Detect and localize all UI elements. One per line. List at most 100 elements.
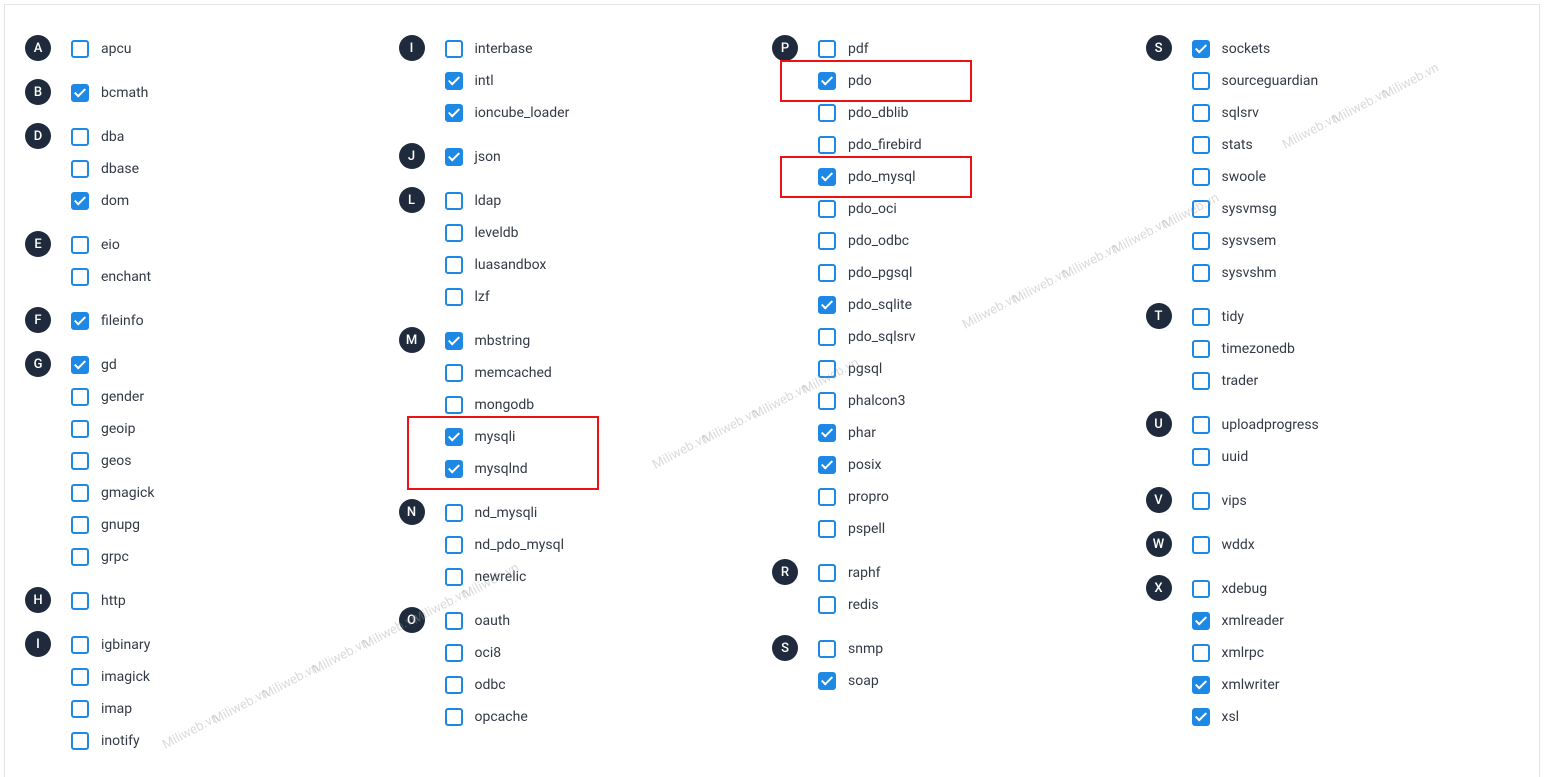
extension-label[interactable]: redis — [848, 597, 879, 613]
extension-checkbox[interactable] — [1192, 492, 1210, 510]
extension-checkbox[interactable] — [1192, 340, 1210, 358]
extension-label[interactable]: enchant — [101, 269, 151, 285]
extension-label[interactable]: mongodb — [475, 397, 535, 413]
extension-label[interactable]: pdo_oci — [848, 201, 897, 217]
extension-label[interactable]: sysvsem — [1222, 233, 1277, 249]
extension-label[interactable]: gnupg — [101, 517, 140, 533]
extension-checkbox[interactable] — [818, 564, 836, 582]
extension-label[interactable]: interbase — [475, 41, 533, 57]
extension-checkbox[interactable] — [818, 168, 836, 186]
extension-label[interactable]: oci8 — [475, 645, 502, 661]
extension-label[interactable]: imap — [101, 701, 132, 717]
extension-label[interactable]: ldap — [475, 193, 502, 209]
extension-label[interactable]: posix — [848, 457, 881, 473]
extension-label[interactable]: gd — [101, 357, 117, 373]
extension-label[interactable]: odbc — [475, 677, 506, 693]
extension-checkbox[interactable] — [71, 356, 89, 374]
extension-checkbox[interactable] — [818, 200, 836, 218]
extension-label[interactable]: leveldb — [475, 225, 519, 241]
extension-checkbox[interactable] — [445, 536, 463, 554]
extension-checkbox[interactable] — [445, 256, 463, 274]
extension-checkbox[interactable] — [71, 84, 89, 102]
extension-label[interactable]: bcmath — [101, 85, 148, 101]
extension-label[interactable]: pdo_dblib — [848, 105, 908, 121]
extension-label[interactable]: snmp — [848, 641, 883, 657]
extension-label[interactable]: sourceguardian — [1222, 73, 1319, 89]
extension-checkbox[interactable] — [445, 568, 463, 586]
extension-checkbox[interactable] — [818, 596, 836, 614]
extension-checkbox[interactable] — [71, 516, 89, 534]
extension-label[interactable]: pdo_sqlite — [848, 297, 912, 313]
extension-label[interactable]: gmagick — [101, 485, 154, 501]
extension-checkbox[interactable] — [818, 264, 836, 282]
extension-checkbox[interactable] — [1192, 104, 1210, 122]
extension-label[interactable]: pdo_odbc — [848, 233, 909, 249]
extension-checkbox[interactable] — [1192, 448, 1210, 466]
extension-checkbox[interactable] — [71, 592, 89, 610]
extension-checkbox[interactable] — [445, 612, 463, 630]
extension-label[interactable]: raphf — [848, 565, 881, 581]
extension-label[interactable]: http — [101, 593, 126, 609]
extension-checkbox[interactable] — [1192, 308, 1210, 326]
extension-checkbox[interactable] — [71, 192, 89, 210]
extension-checkbox[interactable] — [71, 312, 89, 330]
extension-checkbox[interactable] — [818, 296, 836, 314]
extension-label[interactable]: stats — [1222, 137, 1253, 153]
extension-checkbox[interactable] — [71, 732, 89, 750]
extension-checkbox[interactable] — [71, 388, 89, 406]
extension-checkbox[interactable] — [1192, 136, 1210, 154]
extension-checkbox[interactable] — [818, 456, 836, 474]
extension-checkbox[interactable] — [445, 224, 463, 242]
extension-label[interactable]: nd_pdo_mysql — [475, 537, 565, 553]
extension-label[interactable]: sysvshm — [1222, 265, 1277, 281]
extension-label[interactable]: xmlrpc — [1222, 645, 1265, 661]
extension-label[interactable]: grpc — [101, 549, 129, 565]
extension-checkbox[interactable] — [818, 488, 836, 506]
extension-label[interactable]: sysvmsg — [1222, 201, 1277, 217]
extension-checkbox[interactable] — [71, 160, 89, 178]
extension-label[interactable]: swoole — [1222, 169, 1267, 185]
extension-checkbox[interactable] — [71, 452, 89, 470]
extension-label[interactable]: dom — [101, 193, 129, 209]
extension-checkbox[interactable] — [1192, 676, 1210, 694]
extension-checkbox[interactable] — [71, 484, 89, 502]
extension-label[interactable]: pgsql — [848, 361, 882, 377]
extension-checkbox[interactable] — [71, 236, 89, 254]
extension-checkbox[interactable] — [71, 128, 89, 146]
extension-label[interactable]: igbinary — [101, 637, 150, 653]
extension-checkbox[interactable] — [1192, 580, 1210, 598]
extension-checkbox[interactable] — [445, 428, 463, 446]
extension-label[interactable]: tidy — [1222, 309, 1245, 325]
extension-checkbox[interactable] — [71, 668, 89, 686]
extension-label[interactable]: soap — [848, 673, 879, 689]
extension-checkbox[interactable] — [818, 40, 836, 58]
extension-checkbox[interactable] — [1192, 168, 1210, 186]
extension-checkbox[interactable] — [1192, 232, 1210, 250]
extension-label[interactable]: pdo — [848, 73, 872, 89]
extension-checkbox[interactable] — [445, 148, 463, 166]
extension-checkbox[interactable] — [71, 268, 89, 286]
extension-checkbox[interactable] — [445, 40, 463, 58]
extension-checkbox[interactable] — [1192, 612, 1210, 630]
extension-checkbox[interactable] — [818, 520, 836, 538]
extension-checkbox[interactable] — [71, 636, 89, 654]
extension-label[interactable]: fileinfo — [101, 313, 144, 329]
extension-label[interactable]: memcached — [475, 365, 552, 381]
extension-checkbox[interactable] — [1192, 200, 1210, 218]
extension-checkbox[interactable] — [818, 640, 836, 658]
extension-label[interactable]: xmlwriter — [1222, 677, 1280, 693]
extension-label[interactable]: xsl — [1222, 709, 1240, 725]
extension-checkbox[interactable] — [71, 548, 89, 566]
extension-checkbox[interactable] — [818, 424, 836, 442]
extension-label[interactable]: mysqlnd — [475, 461, 528, 477]
extension-label[interactable]: xdebug — [1222, 581, 1268, 597]
extension-label[interactable]: geoip — [101, 421, 136, 437]
extension-label[interactable]: mysqli — [475, 429, 516, 445]
extension-label[interactable]: pdo_firebird — [848, 137, 922, 153]
extension-checkbox[interactable] — [445, 364, 463, 382]
extension-label[interactable]: oauth — [475, 613, 511, 629]
extension-checkbox[interactable] — [445, 396, 463, 414]
extension-label[interactable]: json — [475, 149, 501, 165]
extension-checkbox[interactable] — [445, 504, 463, 522]
extension-label[interactable]: imagick — [101, 669, 150, 685]
